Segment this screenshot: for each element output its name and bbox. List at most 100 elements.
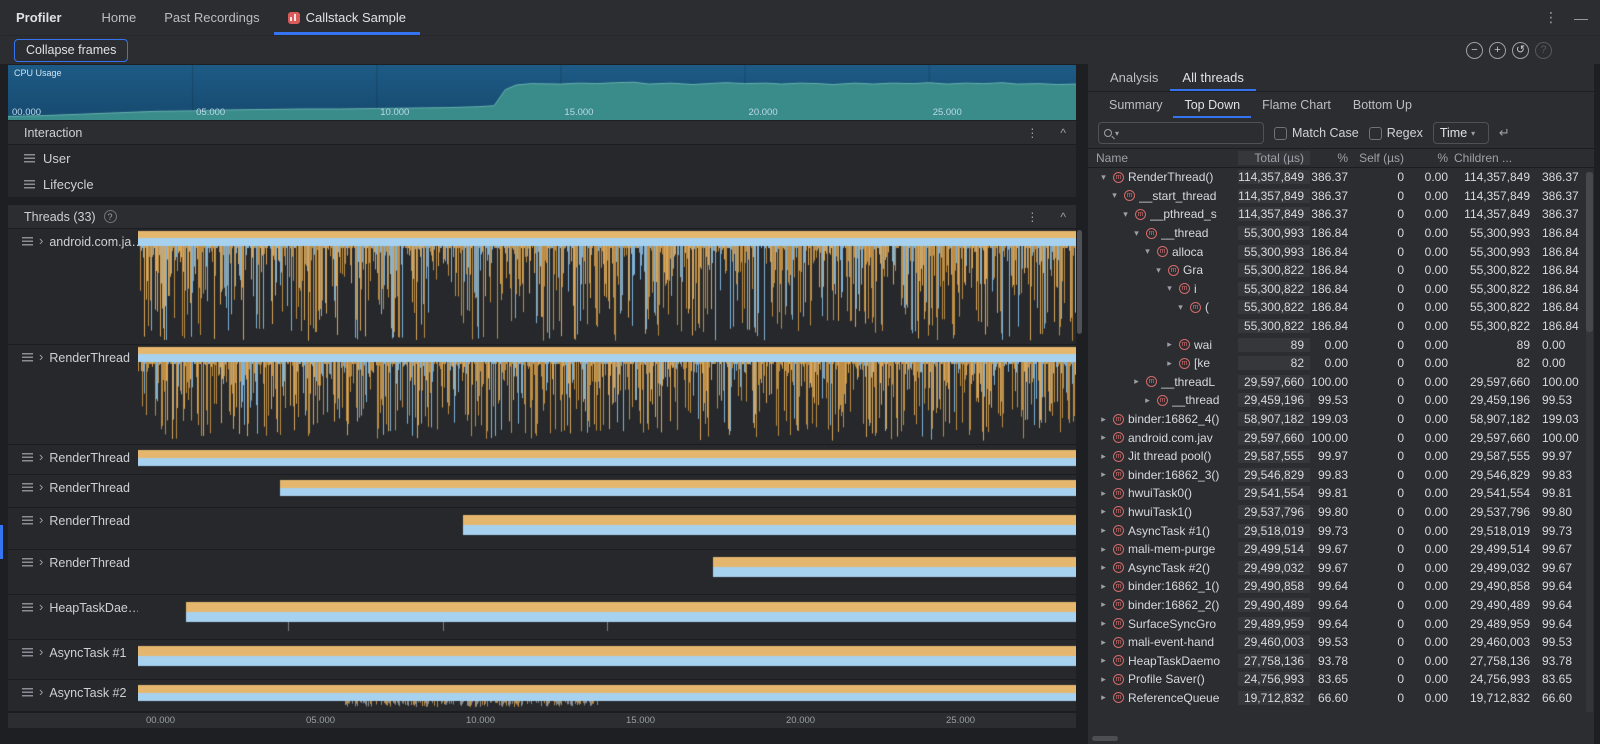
- table-row[interactable]: ▸mAsyncTask #1()29,518,01999.7300.0029,5…: [1088, 521, 1594, 540]
- thread-row[interactable]: ›HeapTaskDae…: [8, 595, 1076, 640]
- tree-chevron-icon[interactable]: ▸: [1098, 488, 1109, 499]
- tree-chevron-icon[interactable]: ▸: [1142, 395, 1153, 406]
- tree-chevron-icon[interactable]: ▸: [1098, 618, 1109, 629]
- tab-summary[interactable]: Summary: [1098, 92, 1173, 118]
- help-icon[interactable]: ?: [104, 210, 117, 223]
- search-box[interactable]: ▾: [1098, 122, 1264, 144]
- tree-chevron-icon[interactable]: ▸: [1098, 525, 1109, 536]
- table-row[interactable]: ▾mGra55,300,822186.8400.0055,300,822186.…: [1088, 261, 1594, 280]
- thread-flame-canvas[interactable]: [138, 229, 1076, 344]
- expand-chevron-icon[interactable]: ›: [39, 686, 43, 698]
- table-row[interactable]: ▸mwai890.0000.00890.00: [1088, 335, 1594, 354]
- tab-callstack-sample[interactable]: Callstack Sample: [274, 0, 420, 35]
- table-row[interactable]: ▸mmali-event-hand29,460,00399.5300.0029,…: [1088, 633, 1594, 652]
- horizontal-scrollbar[interactable]: [1092, 736, 1152, 741]
- expand-chevron-icon[interactable]: ›: [39, 451, 43, 463]
- thread-row[interactable]: ›RenderThread: [8, 508, 1076, 550]
- tree-chevron-icon[interactable]: ▸: [1098, 599, 1109, 610]
- thread-flame-canvas[interactable]: [138, 550, 1076, 594]
- tree-chevron-icon[interactable]: ▸: [1098, 637, 1109, 648]
- tab-analysis[interactable]: Analysis: [1098, 64, 1170, 91]
- table-row[interactable]: ▸mmali-mem-purge29,499,51499.6700.0029,4…: [1088, 540, 1594, 559]
- collapse-frames-button[interactable]: Collapse frames: [14, 39, 128, 62]
- col-name[interactable]: Name: [1096, 151, 1238, 165]
- hide-window-icon[interactable]: —: [1574, 10, 1588, 26]
- table-row[interactable]: ▾m__start_thread114,357,849386.3700.0011…: [1088, 187, 1594, 206]
- thread-track[interactable]: [138, 640, 1076, 679]
- col-total-pct[interactable]: %: [1310, 151, 1354, 165]
- tree-chevron-icon[interactable]: ▾: [1164, 283, 1175, 294]
- interaction-row-lifecycle[interactable]: Lifecycle: [8, 171, 1076, 197]
- tree-chevron-icon[interactable]: ▾: [1175, 302, 1186, 313]
- thread-row[interactable]: ›android.com.ja…: [8, 229, 1076, 345]
- thread-track[interactable]: [138, 680, 1076, 711]
- table-row[interactable]: ▸mbinder:16862_2()29,490,48999.6400.0029…: [1088, 596, 1594, 615]
- kebab-menu-icon[interactable]: ⋮: [1026, 126, 1038, 140]
- table-row[interactable]: ▸m__thread29,459,19699.5300.0029,459,196…: [1088, 391, 1594, 410]
- tree-chevron-icon[interactable]: ▸: [1098, 544, 1109, 555]
- tab-top-down[interactable]: Top Down: [1173, 92, 1251, 118]
- table-row[interactable]: ▾mi55,300,822186.8400.0055,300,822186.84: [1088, 280, 1594, 299]
- thread-row[interactable]: ›RenderThread: [8, 345, 1076, 445]
- cpu-usage-chart[interactable]: CPU Usage 00.00005.00010.00015.00020.000…: [8, 65, 1076, 120]
- tree-chevron-icon[interactable]: ▾: [1109, 190, 1120, 201]
- kebab-menu-icon[interactable]: ⋮: [1544, 9, 1558, 26]
- thread-flame-canvas[interactable]: [138, 345, 1076, 444]
- tree-chevron-icon[interactable]: ▾: [1131, 228, 1142, 239]
- expand-chevron-icon[interactable]: ›: [39, 351, 43, 363]
- table-row[interactable]: ▸mhwuiTask0()29,541,55499.8100.0029,541,…: [1088, 484, 1594, 503]
- tab-bottom-up[interactable]: Bottom Up: [1342, 92, 1423, 118]
- expand-chevron-icon[interactable]: ›: [39, 556, 43, 568]
- expand-chevron-icon[interactable]: ›: [39, 646, 43, 658]
- tree-chevron-icon[interactable]: ▸: [1098, 674, 1109, 685]
- tab-past-recordings[interactable]: Past Recordings: [150, 0, 273, 35]
- filter-action-icon[interactable]: ↵: [1499, 125, 1510, 141]
- thread-row[interactable]: ›RenderThread: [8, 475, 1076, 508]
- expand-chevron-icon[interactable]: ›: [39, 601, 43, 613]
- cpu-usage-canvas[interactable]: [8, 65, 1076, 120]
- tab-flame-chart[interactable]: Flame Chart: [1251, 92, 1342, 118]
- thread-track[interactable]: [138, 508, 1076, 549]
- thread-flame-canvas[interactable]: [138, 680, 1076, 711]
- expand-chevron-icon[interactable]: ›: [39, 235, 43, 247]
- thread-flame-canvas[interactable]: [138, 508, 1076, 549]
- thread-track[interactable]: [138, 595, 1076, 639]
- tree-chevron-icon[interactable]: ▸: [1098, 451, 1109, 462]
- tree-chevron-icon[interactable]: ▸: [1098, 581, 1109, 592]
- tree-chevron-icon[interactable]: ▾: [1120, 209, 1131, 220]
- threads-section-header[interactable]: Threads (33) ? ⋮ ^: [8, 205, 1076, 229]
- search-history-chevron-icon[interactable]: ▾: [1115, 129, 1119, 138]
- tree-chevron-icon[interactable]: ▸: [1098, 414, 1109, 425]
- table-row[interactable]: ▸mhwuiTask1()29,537,79699.8000.0029,537,…: [1088, 503, 1594, 522]
- checkbox-box[interactable]: [1369, 127, 1382, 140]
- tab-home[interactable]: Home: [88, 0, 151, 35]
- table-row[interactable]: 55,300,822186.8400.0055,300,822186.84: [1088, 317, 1594, 336]
- tree-chevron-icon[interactable]: ▸: [1098, 692, 1109, 703]
- table-row[interactable]: ▸mHeapTaskDaemo27,758,13693.7800.0027,75…: [1088, 651, 1594, 670]
- search-input[interactable]: [1122, 126, 1258, 140]
- table-row[interactable]: ▸mandroid.com.jav29,597,660100.0000.0029…: [1088, 428, 1594, 447]
- collapse-section-icon[interactable]: ^: [1060, 126, 1066, 140]
- thread-row[interactable]: ›RenderThread: [8, 445, 1076, 475]
- thread-row[interactable]: ›RenderThread: [8, 550, 1076, 595]
- table-row[interactable]: ▸mbinder:16862_1()29,490,85899.6400.0029…: [1088, 577, 1594, 596]
- tree-chevron-icon[interactable]: ▾: [1142, 246, 1153, 257]
- thread-flame-canvas[interactable]: [138, 475, 1076, 507]
- tree-chevron-icon[interactable]: ▸: [1164, 339, 1175, 350]
- collapse-section-icon[interactable]: ^: [1060, 210, 1066, 224]
- expand-chevron-icon[interactable]: ›: [39, 514, 43, 526]
- reset-zoom-icon[interactable]: ↺: [1512, 42, 1529, 59]
- tree-chevron-icon[interactable]: ▾: [1098, 172, 1109, 183]
- table-row[interactable]: ▸mProfile Saver()24,756,99383.6500.0024,…: [1088, 670, 1594, 689]
- match-case-checkbox[interactable]: Match Case: [1274, 126, 1359, 140]
- col-total[interactable]: Total (µs): [1238, 151, 1310, 165]
- thread-track[interactable]: [138, 229, 1076, 344]
- thread-track[interactable]: [138, 445, 1076, 474]
- table-row[interactable]: ▸mJit thread pool()29,587,55599.9700.002…: [1088, 447, 1594, 466]
- zoom-in-icon[interactable]: +: [1489, 42, 1506, 59]
- tree-chevron-icon[interactable]: ▸: [1131, 376, 1142, 387]
- table-row[interactable]: ▸mSurfaceSyncGro29,489,95999.6400.0029,4…: [1088, 614, 1594, 633]
- tree-chevron-icon[interactable]: ▸: [1098, 562, 1109, 573]
- regex-checkbox[interactable]: Regex: [1369, 126, 1423, 140]
- table-row[interactable]: ▾m(55,300,822186.8400.0055,300,822186.84: [1088, 298, 1594, 317]
